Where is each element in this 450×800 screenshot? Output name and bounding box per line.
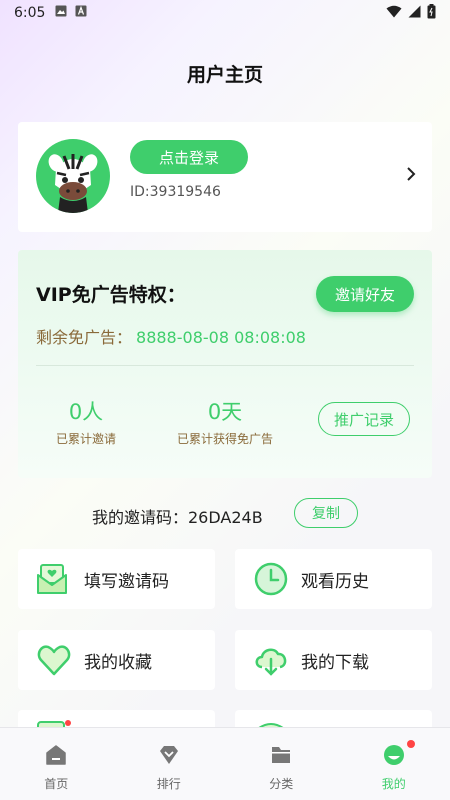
menu-label-favorites: 我的收藏: [84, 652, 152, 673]
rank-icon: [158, 744, 180, 770]
status-bar: 6:05: [0, 0, 450, 26]
promotion-record-button[interactable]: 推广记录: [318, 402, 410, 436]
invited-caption: 已累计邀请: [55, 432, 116, 446]
notification-dot: [406, 740, 415, 748]
profile-icon: [383, 740, 415, 770]
invite-friends-button[interactable]: 邀请好友: [316, 276, 414, 312]
bottom-tab-bar: 首页 排行 分类 我的: [0, 727, 450, 800]
status-time: 6:05: [14, 5, 46, 21]
heart-icon: [36, 642, 72, 678]
tab-category[interactable]: 分类: [225, 728, 338, 800]
menu-item-fill-code[interactable]: 填写邀请码: [18, 549, 215, 609]
tab-mine[interactable]: 我的: [338, 728, 450, 800]
vip-card: VIP免广告特权： 邀请好友 剩余免广告： 8888-08-08 08:08:08…: [18, 250, 432, 478]
tab-home[interactable]: 首页: [0, 728, 113, 800]
folder-icon: [270, 744, 292, 770]
remaining-label: 剩余免广告：: [36, 328, 133, 347]
tab-rank[interactable]: 排行: [113, 728, 226, 800]
cloud-download-icon: [253, 642, 289, 678]
avatar[interactable]: [36, 139, 110, 213]
wifi-icon: [386, 5, 402, 22]
invite-code-row: 我的邀请码：26DA24B 复制: [0, 498, 450, 530]
free-days-caption: 已累计获得免广告: [176, 432, 273, 446]
profile-card[interactable]: 点击登录 ID:39319546: [18, 122, 432, 232]
menu-item-downloads[interactable]: 我的下载: [235, 630, 432, 690]
menu-item-favorites[interactable]: 我的收藏: [18, 630, 215, 690]
invited-count: 0人: [68, 400, 104, 424]
clock-icon: [253, 561, 289, 597]
menu-label-history: 观看历史: [301, 571, 369, 592]
copy-button[interactable]: 复制: [294, 498, 358, 528]
remaining-value: 8888-08-08 08:08:08: [136, 328, 306, 347]
free-days-count: 0天: [207, 400, 243, 424]
remaining-ad-free: 剩余免广告： 8888-08-08 08:08:08: [36, 324, 306, 348]
signal-icon: [408, 5, 421, 22]
tab-label-rank: 排行: [156, 777, 181, 791]
divider: [36, 365, 414, 366]
page-title: 用户主页: [186, 64, 263, 86]
invite-code: 我的邀请码：26DA24B: [92, 508, 263, 527]
tab-label-category: 分类: [269, 777, 294, 791]
menu-label-fill-code: 填写邀请码: [84, 571, 169, 592]
gallery-icon: [55, 5, 67, 21]
tab-label-home: 首页: [44, 777, 69, 791]
user-id: ID:39319546: [130, 184, 221, 200]
envelope-heart-icon: [36, 561, 72, 597]
chevron-right-icon[interactable]: [406, 166, 416, 186]
menu-item-history[interactable]: 观看历史: [235, 549, 432, 609]
battery-icon: [427, 3, 436, 23]
free-days-stat: 0天 已累计获得免广告: [168, 396, 282, 447]
invited-stat: 0人 已累计邀请: [52, 396, 120, 447]
login-button[interactable]: 点击登录: [130, 140, 248, 174]
menu-label-downloads: 我的下载: [301, 652, 369, 673]
tab-label-mine: 我的: [381, 777, 406, 791]
text-a-icon: [75, 5, 87, 21]
vip-title: VIP免广告特权：: [36, 284, 186, 306]
zebra-avatar-icon: [48, 154, 98, 213]
home-icon: [45, 744, 67, 770]
